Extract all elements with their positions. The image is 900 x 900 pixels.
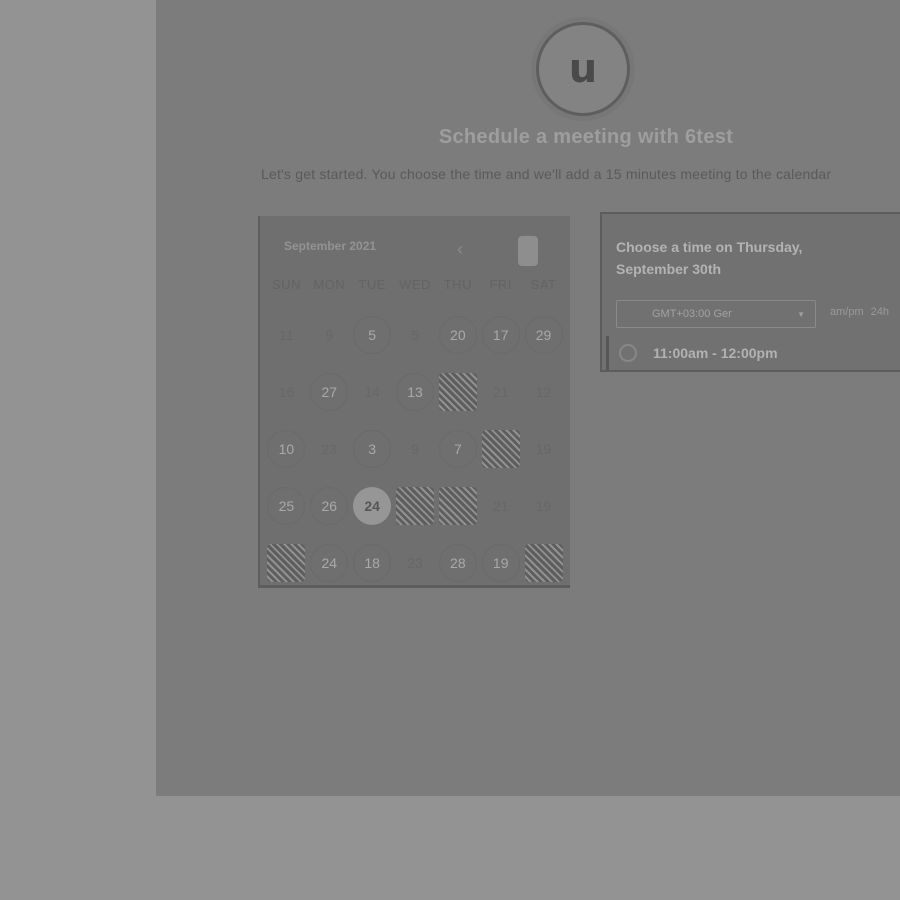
calendar-day[interactable]: 27 <box>310 372 349 411</box>
calendar-day[interactable] <box>267 543 306 582</box>
calendar-day: 12 <box>535 383 552 400</box>
page-title: Schedule a meeting with 6test <box>438 126 734 148</box>
calendar-day[interactable] <box>524 543 563 582</box>
time-picker-panel: Choose a time on Thursday, September 30t… <box>600 212 900 372</box>
calendar-day[interactable]: 25 <box>267 486 306 525</box>
time-slot[interactable]: 11:00am - 12:00pm <box>606 336 900 370</box>
time-heading: Choose a time on Thursday, September 30t… <box>616 239 803 277</box>
weekday-sat: SAT <box>530 277 557 292</box>
calendar-day: 21 <box>492 497 509 514</box>
calendar-day[interactable]: 7 <box>438 429 477 468</box>
calendar-day: 19 <box>535 440 552 457</box>
weekday-thu: THU <box>443 277 472 292</box>
calendar-day[interactable]: 29 <box>524 315 563 354</box>
calendar-day-selected[interactable]: 24 <box>353 486 392 525</box>
calendar-day[interactable] <box>481 429 520 468</box>
calendar-day[interactable]: 10 <box>267 429 306 468</box>
calendar-day[interactable]: 17 <box>481 315 520 354</box>
weekday-tue: TUE <box>358 277 386 292</box>
calendar-day[interactable]: 19 <box>481 543 520 582</box>
calendar-day[interactable]: 24 <box>310 543 349 582</box>
calendar-day: 9 <box>411 440 419 457</box>
calendar-day: 9 <box>325 326 334 343</box>
weekday-sun: SUN <box>271 277 301 292</box>
calendar-day: 23 <box>407 554 423 571</box>
caret-down-icon: ▼ <box>797 309 805 319</box>
calendar-card: September 2021 ‹ SUN MON TUE WED THU FRI… <box>258 216 570 588</box>
calendar-day[interactable]: 13 <box>395 372 434 411</box>
time-format-toggle: am/pm 24h <box>830 306 889 318</box>
weekday-wed: WED <box>399 277 431 292</box>
calendar-day[interactable]: 28 <box>438 543 477 582</box>
calendar-day: 21 <box>492 383 509 400</box>
calendar-day: 19 <box>535 497 552 514</box>
calendar-day[interactable]: 26 <box>310 486 349 525</box>
avatar: u <box>536 22 630 116</box>
calendar-day[interactable]: 5 <box>353 315 392 354</box>
calendar-day[interactable] <box>438 372 477 411</box>
format-24h[interactable]: 24h <box>871 306 889 318</box>
timezone-value: GMT+03:00 Ger <box>652 308 732 320</box>
calendar-day[interactable] <box>395 486 434 525</box>
weekday-header: SUN MON TUE WED THU FRI SAT <box>265 277 565 297</box>
calendar-day: 14 <box>364 383 380 400</box>
calendar-day[interactable] <box>438 486 477 525</box>
avatar-letter: u <box>568 46 598 92</box>
month-label: September 2021 <box>284 239 377 253</box>
scheduling-page: u Schedule a meeting with 6test Let's ge… <box>156 0 900 796</box>
timezone-select[interactable]: GMT+03:00 Ger ▼ <box>616 300 816 328</box>
calendar-day: 11 <box>279 326 294 343</box>
calendar-day: 23 <box>321 440 338 457</box>
format-ampm[interactable]: am/pm <box>830 306 864 318</box>
calendar-day[interactable]: 18 <box>353 543 392 582</box>
calendar-day: 16 <box>278 383 295 400</box>
weekday-fri: FRI <box>489 277 512 292</box>
calendar-day: 5 <box>411 326 419 343</box>
time-slot-label: 11:00am - 12:00pm <box>653 345 778 361</box>
calendar-day[interactable]: 3 <box>353 429 392 468</box>
chevron-left-icon[interactable]: ‹ <box>450 238 470 260</box>
calendar-day[interactable]: 20 <box>438 315 477 354</box>
chevron-right-icon[interactable] <box>518 236 538 266</box>
weekday-mon: MON <box>313 277 346 292</box>
calendar-days-grid: 11 9 5 5 20 17 29 16 27 14 13 21 12 10 2… <box>265 306 565 591</box>
page-subtitle: Let's get started. You choose the time a… <box>261 166 832 182</box>
radio-icon[interactable] <box>619 344 637 362</box>
